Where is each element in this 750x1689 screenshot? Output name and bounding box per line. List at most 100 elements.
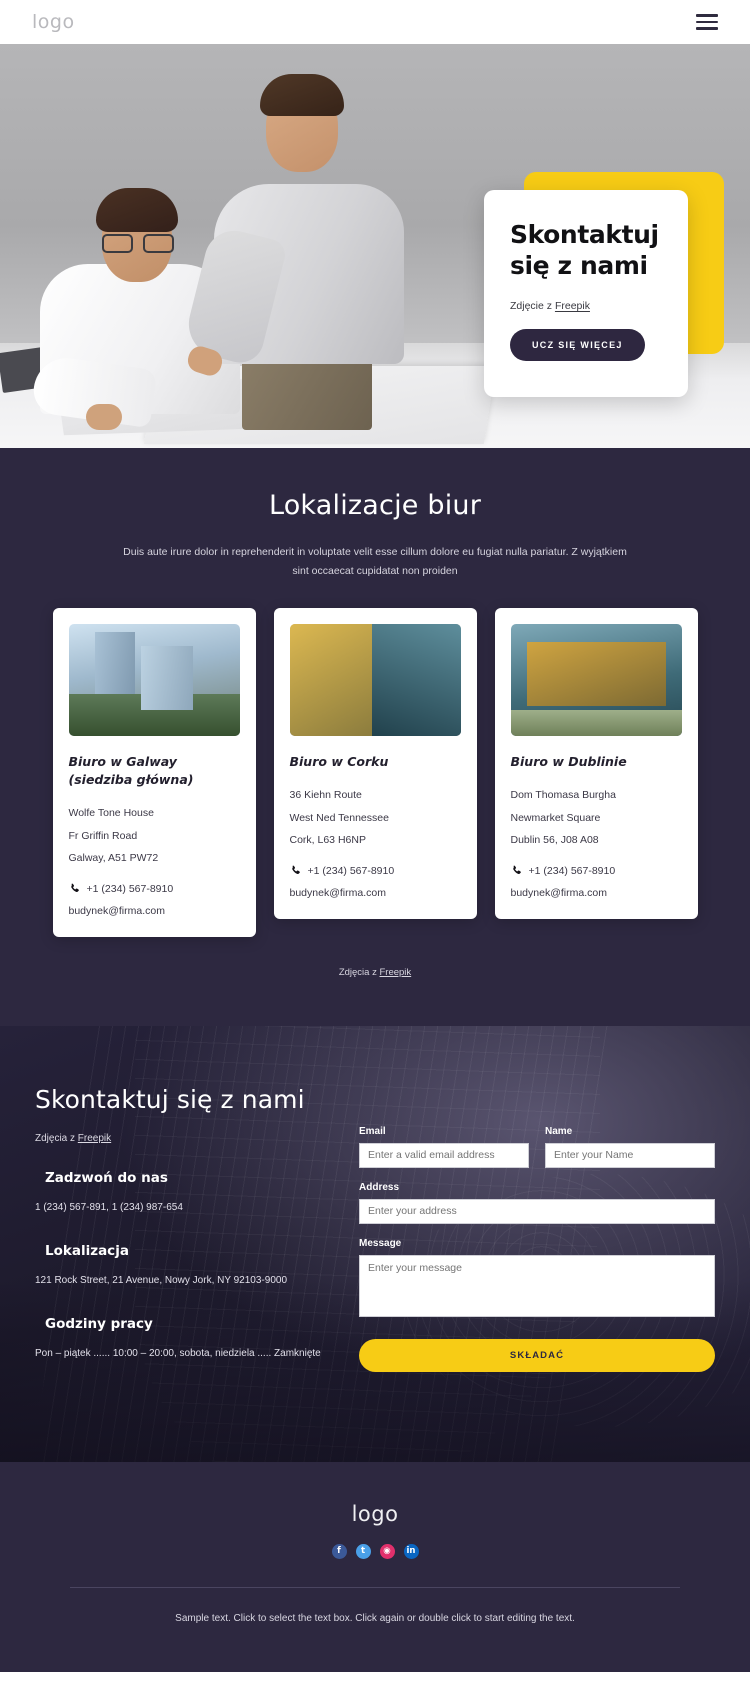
info-heading: Lokalizacja bbox=[45, 1243, 129, 1260]
locations-title: Lokalizacje biur bbox=[268, 490, 482, 521]
message-label: Message bbox=[359, 1237, 402, 1249]
location-address: 36 Kiehn Route West Ned Tennessee Cork, … bbox=[290, 784, 461, 852]
location-card: Biuro w Galway (siedziba główna) Wolfe T… bbox=[52, 607, 256, 937]
contact-info-column: Skontaktuj się z nami Zdjęcia z Freepik … bbox=[35, 1078, 335, 1372]
hamburger-bar bbox=[696, 20, 718, 24]
info-text: Pon – piątek ...... 10:00 – 20:00, sobot… bbox=[35, 1348, 321, 1360]
photo-hair bbox=[260, 74, 344, 116]
locations-section: Lokalizacje biur Duis aute irure dolor i… bbox=[0, 448, 750, 1026]
freepik-link[interactable]: Freepik bbox=[78, 1133, 111, 1144]
address-label: Address bbox=[359, 1181, 400, 1193]
glasses-icon bbox=[102, 234, 174, 253]
info-heading: Godziny pracy bbox=[45, 1316, 153, 1333]
info-text: 1 (234) 567-891, 1 (234) 987-654 bbox=[35, 1202, 183, 1214]
locations-card-list: Biuro w Galway (siedziba główna) Wolfe T… bbox=[0, 607, 750, 937]
location-title: Biuro w Corku bbox=[289, 753, 389, 769]
hamburger-icon[interactable] bbox=[696, 14, 718, 30]
credit-prefix: Zdjęcie z bbox=[510, 300, 555, 312]
linkedin-icon[interactable]: in bbox=[403, 1543, 419, 1559]
hero-photo-credit: Zdjęcie z Freepik bbox=[510, 300, 662, 312]
info-block-location: Lokalizacja 121 Rock Street, 21 Avenue, … bbox=[35, 1243, 335, 1290]
freepik-link[interactable]: Freepik bbox=[555, 300, 590, 312]
hamburger-bar bbox=[696, 14, 718, 17]
location-address: Wolfe Tone House Fr Griffin Road Galway,… bbox=[69, 802, 240, 870]
info-block-hours: Godziny pracy Pon – piątek ...... 10:00 … bbox=[35, 1316, 335, 1363]
site-footer: logo f t ◉ in Sample text. Click to sele… bbox=[0, 1461, 750, 1673]
photo-hand bbox=[86, 404, 122, 430]
twitter-icon[interactable]: t bbox=[355, 1543, 371, 1559]
photo-person-standing bbox=[181, 64, 424, 430]
form-group-message: Message bbox=[359, 1238, 715, 1322]
facebook-icon[interactable]: f bbox=[331, 1543, 347, 1559]
instagram-icon[interactable]: ◉ bbox=[379, 1543, 395, 1559]
location-phone[interactable]: +1 (234) 567-8910 bbox=[511, 865, 682, 877]
location-email[interactable]: budynek@firma.com bbox=[290, 887, 461, 899]
hero-content-card: Skontaktuj się z nami Zdjęcie z Freepik … bbox=[484, 190, 688, 397]
info-heading: Zadzwoń do nas bbox=[45, 1170, 168, 1187]
location-image bbox=[68, 623, 240, 736]
location-title: Biuro w Dublinie bbox=[510, 753, 627, 769]
address-line: Galway, A51 PW72 bbox=[68, 852, 159, 865]
learn-more-button[interactable]: UCZ SIĘ WIĘCEJ bbox=[510, 329, 645, 361]
photo-hair bbox=[96, 188, 178, 232]
name-field[interactable] bbox=[545, 1142, 715, 1168]
message-field[interactable] bbox=[359, 1254, 715, 1317]
hero-section: Skontaktuj się z nami Zdjęcie z Freepik … bbox=[0, 44, 750, 448]
location-image bbox=[289, 623, 461, 736]
phone-number: +1 (234) 567-8910 bbox=[528, 864, 616, 877]
contact-photo-credit: Zdjęcia z Freepik bbox=[35, 1133, 335, 1144]
locations-subtitle: Duis aute irure dolor in reprehenderit i… bbox=[123, 546, 627, 578]
locations-photo-credit: Zdjęcia z Freepik bbox=[0, 967, 750, 978]
contact-section: Skontaktuj się z nami Zdjęcia z Freepik … bbox=[0, 1025, 750, 1462]
location-address: Dom Thomasa Burgha Newmarket Square Dubl… bbox=[511, 784, 682, 852]
contact-title: Skontaktuj się z nami bbox=[35, 1084, 305, 1114]
site-logo[interactable]: logo bbox=[32, 11, 75, 33]
credit-prefix: Zdjęcia z bbox=[35, 1133, 78, 1145]
phone-icon bbox=[290, 865, 302, 877]
footer-logo[interactable]: logo bbox=[0, 1502, 750, 1526]
location-title: Biuro w Galway (siedziba główna) bbox=[68, 753, 194, 787]
address-line: West Ned Tennessee bbox=[289, 811, 389, 824]
phone-number: +1 (234) 567-8910 bbox=[307, 864, 395, 877]
email-label: Email bbox=[359, 1125, 386, 1137]
hamburger-bar bbox=[696, 27, 718, 30]
location-card: Biuro w Corku 36 Kiehn Route West Ned Te… bbox=[273, 607, 477, 919]
info-block-call: Zadzwoń do nas 1 (234) 567-891, 1 (234) … bbox=[35, 1170, 335, 1217]
location-image bbox=[510, 623, 682, 736]
image-foliage bbox=[68, 693, 240, 736]
name-label: Name bbox=[545, 1125, 573, 1137]
address-line: 36 Kiehn Route bbox=[289, 788, 362, 801]
hero-card-group: Skontaktuj się z nami Zdjęcie z Freepik … bbox=[480, 154, 724, 404]
credit-prefix: Zdjęcia z bbox=[338, 966, 380, 978]
location-email[interactable]: budynek@firma.com bbox=[511, 887, 682, 899]
site-header: logo bbox=[0, 0, 750, 44]
footer-divider bbox=[70, 1586, 680, 1588]
contact-form: Email Name Address Message SKŁADAĆ bbox=[359, 1078, 715, 1372]
footer-sample-text: Sample text. Click to select the text bo… bbox=[175, 1612, 575, 1624]
location-phone[interactable]: +1 (234) 567-8910 bbox=[290, 865, 461, 877]
social-links: f t ◉ in bbox=[0, 1543, 750, 1559]
contact-content: Skontaktuj się z nami Zdjęcia z Freepik … bbox=[35, 1078, 715, 1372]
form-row-email-name: Email Name bbox=[359, 1126, 715, 1182]
form-group-address: Address bbox=[359, 1182, 715, 1224]
address-line: Cork, L63 H6NP bbox=[289, 834, 366, 847]
phone-icon bbox=[69, 883, 81, 895]
location-card: Biuro w Dublinie Dom Thomasa Burgha Newm… bbox=[494, 607, 698, 919]
freepik-link[interactable]: Freepik bbox=[379, 967, 411, 978]
location-email[interactable]: budynek@firma.com bbox=[69, 905, 240, 917]
email-field[interactable] bbox=[359, 1142, 529, 1168]
phone-icon bbox=[511, 865, 523, 877]
hero-title: Skontaktuj się z nami bbox=[510, 220, 659, 280]
form-group-email: Email bbox=[359, 1126, 529, 1168]
location-phone[interactable]: +1 (234) 567-8910 bbox=[69, 883, 240, 895]
submit-button[interactable]: SKŁADAĆ bbox=[359, 1338, 715, 1372]
form-group-name: Name bbox=[545, 1126, 715, 1168]
address-line: Wolfe Tone House bbox=[68, 807, 154, 820]
address-line: Fr Griffin Road bbox=[68, 829, 138, 842]
info-text: 121 Rock Street, 21 Avenue, Nowy Jork, N… bbox=[35, 1275, 288, 1287]
address-line: Dom Thomasa Burgha bbox=[510, 788, 616, 801]
address-line: Dublin 56, J08 A08 bbox=[510, 834, 599, 847]
phone-number: +1 (234) 567-8910 bbox=[86, 882, 174, 895]
address-field[interactable] bbox=[359, 1198, 715, 1224]
address-line: Newmarket Square bbox=[510, 811, 601, 824]
